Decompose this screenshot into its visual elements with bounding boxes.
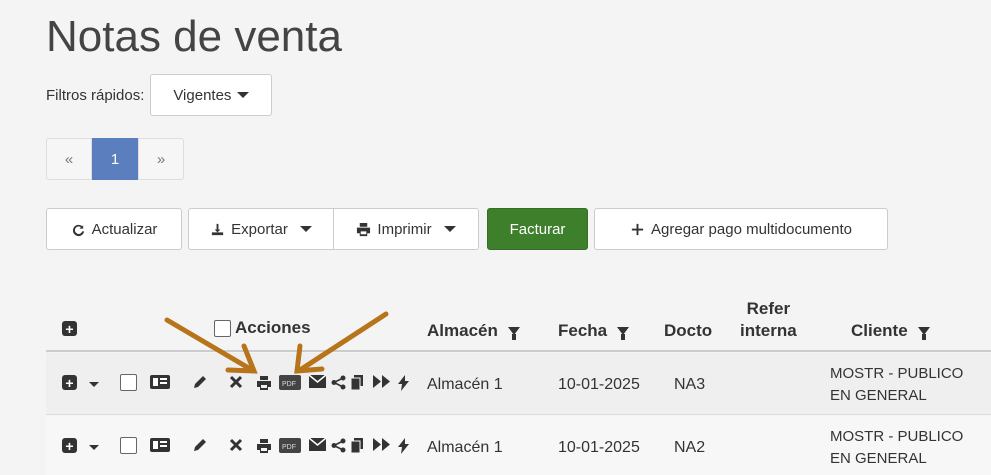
pdf-icon[interactable]: PDF: [279, 438, 301, 453]
cell-client-line1: MOSTR - PUBLICO: [830, 365, 964, 382]
copy-icon[interactable]: [351, 438, 363, 453]
header-doc[interactable]: Docto: [664, 321, 712, 341]
row-checkbox[interactable]: [120, 374, 137, 391]
bolt-icon[interactable]: [398, 438, 409, 454]
pencil-icon[interactable]: [193, 375, 207, 389]
chevron-down-icon: [237, 92, 250, 98]
expand-all-icon[interactable]: +: [62, 321, 77, 336]
bolt-icon[interactable]: [398, 375, 409, 391]
toolbar: Actualizar Exportar Imprimir Facturar Ag…: [46, 208, 946, 250]
header-warehouse-label: Almacén: [427, 321, 498, 340]
export-icon: [212, 223, 224, 235]
header-actions: Acciones: [214, 318, 311, 338]
header-date-label: Fecha: [558, 321, 608, 340]
header-ref[interactable]: Refer interna: [740, 298, 797, 342]
header-actions-label: Acciones: [235, 318, 311, 337]
cell-client: MOSTR - PUBLICO EN GENERAL: [830, 363, 990, 407]
email-icon[interactable]: [309, 375, 326, 388]
refresh-label: Actualizar: [91, 220, 158, 238]
pencil-icon[interactable]: [193, 438, 207, 452]
quick-filter-value: Vigentes: [173, 86, 232, 104]
print-button[interactable]: Imprimir: [333, 208, 479, 250]
chevron-down-icon: [299, 226, 312, 232]
filter-icon[interactable]: [917, 327, 930, 340]
cell-doc[interactable]: NA3: [674, 376, 705, 394]
pagination-next[interactable]: »: [138, 138, 184, 180]
row-checkbox[interactable]: [120, 437, 137, 454]
quick-filter-dropdown[interactable]: Vigentes: [150, 74, 273, 116]
email-icon[interactable]: [309, 438, 326, 451]
export-label: Exportar: [231, 220, 288, 238]
cell-client: MOSTR - PUBLICO EN GENERAL: [830, 426, 990, 470]
cell-warehouse: Almacén 1: [427, 439, 503, 456]
share-icon[interactable]: [331, 375, 346, 390]
refresh-icon: [72, 224, 84, 236]
expand-row-icon[interactable]: +: [62, 375, 77, 390]
header-client-label: Cliente: [851, 321, 908, 340]
pagination-page-1[interactable]: 1: [92, 138, 138, 180]
svg-text:PDF: PDF: [282, 444, 296, 451]
refresh-button[interactable]: Actualizar: [46, 208, 182, 250]
cell-warehouse: Almacén 1: [427, 376, 503, 393]
filter-icon[interactable]: [507, 327, 520, 340]
id-card-icon[interactable]: [150, 438, 170, 452]
print-icon: [357, 222, 371, 236]
pagination-prev[interactable]: «: [46, 138, 92, 180]
header-date[interactable]: Fecha: [558, 321, 630, 341]
print-icon[interactable]: [256, 375, 272, 391]
forward-icon[interactable]: [373, 375, 391, 388]
pdf-icon[interactable]: PDF: [279, 375, 301, 390]
header-client[interactable]: Cliente: [851, 321, 930, 341]
expand-row-icon[interactable]: +: [62, 438, 77, 453]
page-title: Notas de venta: [46, 12, 342, 61]
chevron-down-icon: [443, 226, 456, 232]
cell-client-line2: EN GENERAL: [830, 387, 927, 404]
cell-client-line2: EN GENERAL: [830, 450, 927, 467]
header-ref-line2: interna: [740, 321, 797, 340]
row-menu-caret-icon[interactable]: [89, 445, 99, 450]
quick-filters-label: Filtros rápidos:: [46, 86, 145, 104]
copy-icon[interactable]: [351, 375, 363, 390]
cancel-icon[interactable]: [229, 438, 243, 452]
cell-date: 10-01-2025: [558, 376, 640, 393]
select-all-checkbox[interactable]: [214, 319, 231, 337]
print-icon[interactable]: [256, 438, 272, 454]
add-payment-label: Agregar pago multidocumento: [651, 220, 852, 238]
table-row[interactable]: + PDF Almacén 1 10-01-2025 NA3 MOSTR - P…: [46, 353, 991, 415]
table-row[interactable]: + PDF Almacén 1 10-01-2025 NA2 MOSTR - P…: [46, 416, 991, 475]
pagination: « 1 »: [46, 138, 184, 180]
quick-filters: Filtros rápidos: Vigentes: [46, 74, 273, 116]
header-warehouse[interactable]: Almacén: [427, 321, 520, 341]
share-icon[interactable]: [331, 438, 346, 453]
cancel-icon[interactable]: [229, 375, 243, 389]
id-card-icon[interactable]: [150, 375, 170, 389]
add-payment-button[interactable]: Agregar pago multidocumento: [594, 208, 888, 250]
table-header: + Acciones Almacén Fecha Docto Refer int…: [46, 290, 991, 352]
svg-text:PDF: PDF: [282, 381, 296, 388]
filter-icon[interactable]: [617, 327, 630, 340]
print-label: Imprimir: [377, 220, 432, 238]
export-button[interactable]: Exportar: [188, 208, 334, 250]
invoice-button[interactable]: Facturar: [487, 208, 588, 250]
forward-icon[interactable]: [373, 438, 391, 451]
row-menu-caret-icon[interactable]: [89, 382, 99, 387]
cell-doc[interactable]: NA2: [674, 439, 705, 457]
cell-client-line1: MOSTR - PUBLICO: [830, 428, 964, 445]
cell-date: 10-01-2025: [558, 439, 640, 456]
header-ref-line1: Refer: [746, 299, 791, 318]
plus-icon: [631, 223, 644, 235]
